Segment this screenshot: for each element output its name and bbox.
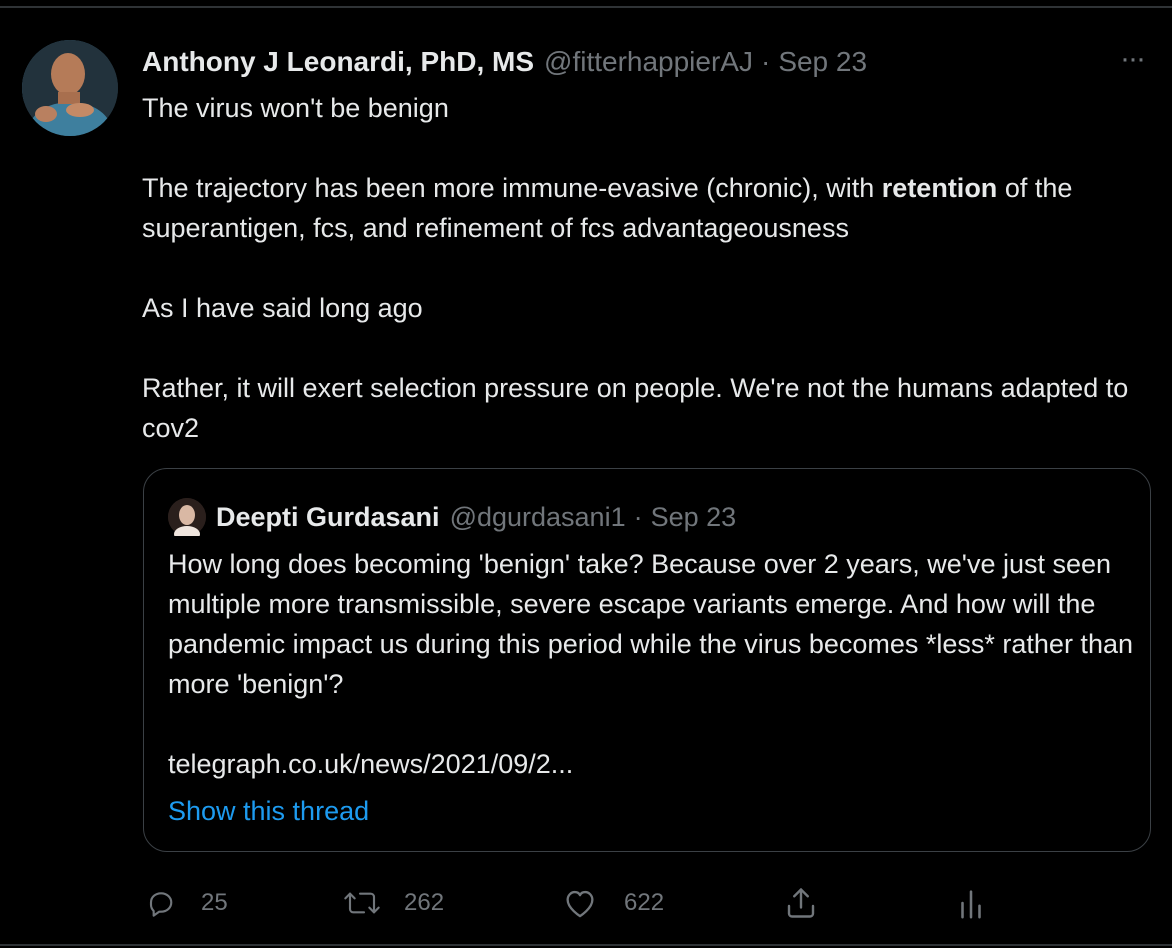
analytics-button[interactable] xyxy=(958,880,984,926)
quoted-author-avatar-photo xyxy=(168,498,206,542)
reply-icon xyxy=(149,892,173,917)
quoted-tweet-header: Deepti Gurdasani @dgurdasani1 · Sep 23 xyxy=(168,497,737,542)
quoted-tweet-card[interactable]: Deepti Gurdasani @dgurdasani1 · Sep 23 H… xyxy=(143,468,1151,852)
show-thread-link[interactable]: Show this thread xyxy=(168,791,369,831)
quoted-author-name: Deepti Gurdasani xyxy=(216,501,440,532)
tweet-actions: 25 262 622 xyxy=(0,880,1172,926)
top-divider xyxy=(0,6,1172,8)
tweet-paragraph: The virus won't be benign xyxy=(142,93,449,123)
reply-count: 25 xyxy=(201,889,228,916)
like-count: 622 xyxy=(624,889,665,916)
retweet-button[interactable]: 262 xyxy=(342,880,444,926)
author-name[interactable]: Anthony J Leonardi, PhD, MS xyxy=(142,46,534,78)
tweet-text-run: The trajectory has been more immune-evas… xyxy=(142,173,882,203)
author-avatar[interactable] xyxy=(22,40,118,136)
header-separator: · xyxy=(760,46,771,77)
analytics-icon xyxy=(961,890,981,919)
quoted-author-handle: @dgurdasani1 xyxy=(449,501,626,532)
like-button[interactable]: 622 xyxy=(562,880,664,926)
tweet-paragraph: As I have said long ago xyxy=(142,293,423,323)
quoted-tweet-date: Sep 23 xyxy=(650,501,737,532)
tweet-text: The virus won't be benign The trajectory… xyxy=(142,88,1142,448)
reply-button[interactable]: 25 xyxy=(145,880,228,926)
bottom-divider xyxy=(0,944,1172,946)
quoted-tweet-text: How long does becoming 'benign' take? Be… xyxy=(168,544,1138,784)
tweet-text-bold: retention xyxy=(881,173,998,203)
author-handle[interactable]: @fitterhappierAJ xyxy=(544,46,753,78)
tweet-date[interactable]: Sep 23 xyxy=(778,46,867,78)
share-icon xyxy=(787,888,815,918)
share-button[interactable] xyxy=(783,880,819,926)
retweet-icon xyxy=(344,892,380,914)
more-icon[interactable]: ··· xyxy=(1112,44,1152,74)
retweet-count: 262 xyxy=(404,889,445,916)
tweet-header: Anthony J Leonardi, PhD, MS @fitterhappi… xyxy=(142,44,867,80)
quoted-header-separator: · xyxy=(633,501,643,532)
tweet-paragraph: The trajectory has been more immune-evas… xyxy=(142,168,1142,248)
like-icon xyxy=(566,890,594,918)
author-avatar-photo xyxy=(22,40,118,136)
tweet-paragraph: Rather, it will exert selection pressure… xyxy=(142,373,1129,443)
quoted-link[interactable]: telegraph.co.uk/news/2021/09/2... xyxy=(168,744,1138,784)
quoted-paragraph: How long does becoming 'benign' take? Be… xyxy=(168,549,1133,699)
quoted-author-avatar xyxy=(168,498,206,542)
